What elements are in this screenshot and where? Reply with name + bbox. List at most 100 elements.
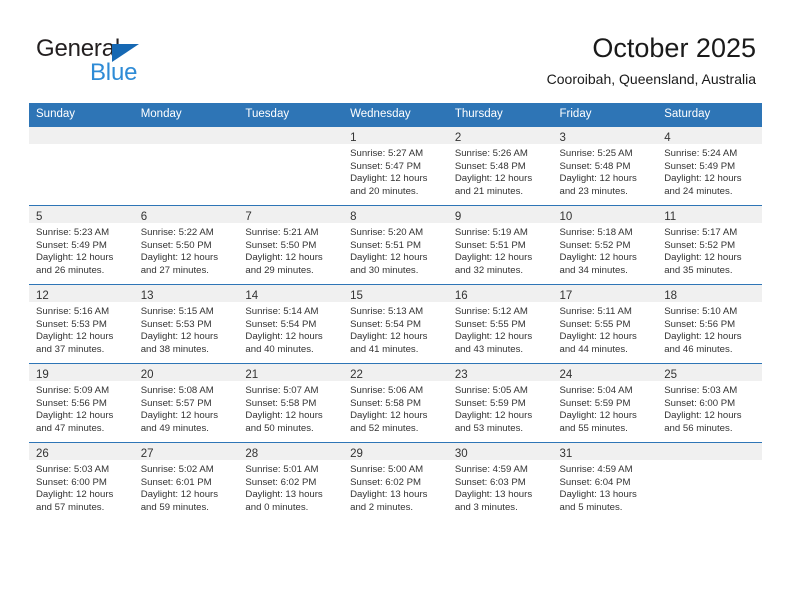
weekday-header-wednesday: Wednesday <box>343 103 448 127</box>
calendar-week-row: 5 Sunrise: 5:23 AM Sunset: 5:49 PM Daylight… <box>29 205 762 285</box>
calendar-day-cell[interactable]: 20 Sunrise: 5:08 AM Sunset: 5:57 PM Dayligh… <box>133 363 239 443</box>
sunset-text: Sunset: 6:00 PM <box>36 476 107 488</box>
day-number: 25 <box>664 369 678 381</box>
calendar-day-cell[interactable]: 1 Sunrise: 5:27 AM Sunset: 5:47 PM Daylight… <box>343 126 448 206</box>
calendar-day-cell[interactable]: 30 Sunrise: 4:59 AM Sunset: 6:03 PM Dayligh… <box>447 442 553 521</box>
day-number: 24 <box>559 369 573 381</box>
sunset-text: Sunset: 5:47 PM <box>350 160 422 172</box>
day-number: 28 <box>245 448 259 460</box>
day-number: 6 <box>140 211 148 223</box>
day-number-band: 20 <box>133 364 239 381</box>
calendar-day-cell-empty <box>133 126 239 206</box>
day-number-band: 9 <box>447 206 553 223</box>
day-number-band: 6 <box>133 206 239 223</box>
daylight-text: and 53 minutes. <box>454 422 524 434</box>
sunrise-text: Sunrise: 5:04 AM <box>559 385 633 396</box>
calendar-day-cell[interactable]: 28 Sunrise: 5:01 AM Sunset: 6:02 PM Dayligh… <box>238 442 344 521</box>
daylight-text: Daylight: 12 hours <box>559 173 637 185</box>
weekday-header-friday: Friday <box>552 103 658 127</box>
calendar-day-cell[interactable]: 31 Sunrise: 4:59 AM Sunset: 6:04 PM Dayligh… <box>552 442 658 521</box>
day-details: Sunrise: 5:25 AM Sunset: 5:48 PM Daylight:… <box>553 144 658 198</box>
day-number-band: 25 <box>657 364 762 381</box>
daylight-text: and 59 minutes. <box>140 501 209 513</box>
calendar-day-cell[interactable]: 6 Sunrise: 5:22 AM Sunset: 5:50 PM Daylight… <box>133 205 239 285</box>
daylight-text: Daylight: 13 hours <box>245 489 323 501</box>
calendar-day-cell[interactable]: 3 Sunrise: 5:25 AM Sunset: 5:48 PM Daylight… <box>552 126 658 206</box>
day-number-band: 31 <box>552 443 658 460</box>
calendar-day-cell[interactable]: 2 Sunrise: 5:26 AM Sunset: 5:48 PM Daylight… <box>447 126 553 206</box>
day-number: 27 <box>140 448 154 460</box>
calendar-day-cell[interactable]: 23 Sunrise: 5:05 AM Sunset: 5:59 PM Dayligh… <box>447 363 553 443</box>
daylight-text: and 23 minutes. <box>559 185 628 197</box>
calendar-day-cell[interactable]: 27 Sunrise: 5:02 AM Sunset: 6:01 PM Dayligh… <box>133 442 239 521</box>
calendar-day-cell[interactable]: 10 Sunrise: 5:18 AM Sunset: 5:52 PM Dayligh… <box>552 205 658 285</box>
page-header: General Blue October 2025 Cooroibah, Que… <box>0 0 792 103</box>
daylight-text: Daylight: 12 hours <box>664 410 742 422</box>
calendar-day-cell[interactable]: 14 Sunrise: 5:14 AM Sunset: 5:54 PM Dayligh… <box>238 284 344 364</box>
day-number: 22 <box>350 369 363 381</box>
day-details: Sunrise: 5:16 AM Sunset: 5:53 PM Daylight:… <box>29 302 134 356</box>
day-number-band: 16 <box>447 285 553 302</box>
day-number-band: 14 <box>238 285 344 302</box>
calendar-week-row: 19 Sunrise: 5:09 AM Sunset: 5:56 PM Dayligh… <box>29 363 762 443</box>
day-details: Sunrise: 4:59 AM Sunset: 6:04 PM Daylight:… <box>553 460 658 514</box>
day-number-band: 29 <box>343 443 448 460</box>
daylight-text: Daylight: 12 hours <box>664 252 742 264</box>
calendar-day-cell[interactable]: 15 Sunrise: 5:13 AM Sunset: 5:54 PM Dayligh… <box>343 284 448 364</box>
calendar-day-cell[interactable]: 12 Sunrise: 5:16 AM Sunset: 5:53 PM Dayligh… <box>29 284 134 364</box>
day-details: Sunrise: 5:01 AM Sunset: 6:02 PM Daylight:… <box>238 460 343 514</box>
calendar-day-cell[interactable]: 9 Sunrise: 5:19 AM Sunset: 5:51 PM Daylight… <box>447 205 553 285</box>
calendar-day-cell[interactable]: 8 Sunrise: 5:20 AM Sunset: 5:51 PM Daylight… <box>343 205 448 285</box>
sunset-text: Sunset: 6:03 PM <box>454 476 526 488</box>
calendar-day-cell[interactable]: 7 Sunrise: 5:21 AM Sunset: 5:50 PM Daylight… <box>238 205 344 285</box>
calendar-day-cell[interactable]: 22 Sunrise: 5:06 AM Sunset: 5:58 PM Dayligh… <box>343 363 448 443</box>
day-details: Sunrise: 5:12 AM Sunset: 5:55 PM Daylight:… <box>448 302 553 356</box>
daylight-text: and 41 minutes. <box>350 343 419 355</box>
calendar-day-cell[interactable]: 19 Sunrise: 5:09 AM Sunset: 5:56 PM Dayligh… <box>29 363 134 443</box>
calendar-day-cell[interactable]: 17 Sunrise: 5:11 AM Sunset: 5:55 PM Dayligh… <box>552 284 658 364</box>
calendar-day-cell[interactable]: 11 Sunrise: 5:17 AM Sunset: 5:52 PM Dayligh… <box>657 205 762 285</box>
day-number-band: 1 <box>343 127 448 144</box>
day-number-band <box>29 127 134 144</box>
page-subtitle: Cooroibah, Queensland, Australia <box>546 71 756 87</box>
daylight-text: and 27 minutes. <box>140 264 209 276</box>
day-number-band: 23 <box>447 364 553 381</box>
calendar-day-cell[interactable]: 16 Sunrise: 5:12 AM Sunset: 5:55 PM Dayligh… <box>447 284 553 364</box>
daylight-text: and 44 minutes. <box>559 343 628 355</box>
sunset-text: Sunset: 5:49 PM <box>664 160 736 172</box>
calendar-day-cell[interactable]: 4 Sunrise: 5:24 AM Sunset: 5:49 PM Daylight… <box>657 126 762 206</box>
calendar-day-cell[interactable]: 29 Sunrise: 5:00 AM Sunset: 6:02 PM Dayligh… <box>343 442 448 521</box>
sunset-text: Sunset: 5:54 PM <box>245 318 317 330</box>
calendar-day-cell[interactable]: 5 Sunrise: 5:23 AM Sunset: 5:49 PM Daylight… <box>29 205 134 285</box>
calendar-day-cell[interactable]: 25 Sunrise: 5:03 AM Sunset: 6:00 PM Dayligh… <box>657 363 762 443</box>
calendar-day-cell[interactable]: 26 Sunrise: 5:03 AM Sunset: 6:00 PM Dayligh… <box>29 442 134 521</box>
day-details: Sunrise: 5:08 AM Sunset: 5:57 PM Daylight:… <box>134 381 239 435</box>
daylight-text: and 57 minutes. <box>36 501 105 513</box>
sunrise-text: Sunrise: 5:27 AM <box>350 148 424 159</box>
daylight-text: and 32 minutes. <box>454 264 524 276</box>
day-number: 23 <box>454 369 468 381</box>
daylight-text: and 2 minutes. <box>350 501 414 513</box>
calendar-day-cell-empty <box>29 126 134 206</box>
day-details: Sunrise: 5:22 AM Sunset: 5:50 PM Daylight:… <box>134 223 239 277</box>
sunrise-sunset-calendar-table: Sunday Monday Tuesday Wednesday Thursday Frid… <box>29 103 762 521</box>
day-number-band: 2 <box>447 127 553 144</box>
daylight-text: and 47 minutes. <box>36 422 105 434</box>
day-details: Sunrise: 4:59 AM Sunset: 6:03 PM Daylight:… <box>448 460 553 514</box>
calendar-day-cell[interactable]: 13 Sunrise: 5:15 AM Sunset: 5:53 PM Dayligh… <box>133 284 239 364</box>
calendar-day-cell[interactable]: 21 Sunrise: 5:07 AM Sunset: 5:58 PM Dayligh… <box>238 363 344 443</box>
day-number: 10 <box>559 211 573 223</box>
daylight-text: and 35 minutes. <box>664 264 733 276</box>
day-details: Sunrise: 5:15 AM Sunset: 5:53 PM Daylight:… <box>134 302 239 356</box>
sunrise-text: Sunrise: 5:25 AM <box>559 148 633 159</box>
weekday-header-sunday: Sunday <box>29 103 134 127</box>
day-details: Sunrise: 5:24 AM Sunset: 5:49 PM Daylight:… <box>657 144 762 198</box>
daylight-text: Daylight: 12 hours <box>454 410 533 422</box>
calendar-day-cell[interactable]: 18 Sunrise: 5:10 AM Sunset: 5:56 PM Dayligh… <box>657 284 762 364</box>
calendar-day-cell[interactable]: 24 Sunrise: 5:04 AM Sunset: 5:59 PM Dayligh… <box>552 363 658 443</box>
daylight-text: and 40 minutes. <box>245 343 314 355</box>
day-details: Sunrise: 5:00 AM Sunset: 6:02 PM Daylight:… <box>343 460 448 514</box>
daylight-text: Daylight: 12 hours <box>559 331 637 343</box>
day-number-band: 21 <box>238 364 344 381</box>
sunrise-text: Sunrise: 5:20 AM <box>350 227 424 238</box>
